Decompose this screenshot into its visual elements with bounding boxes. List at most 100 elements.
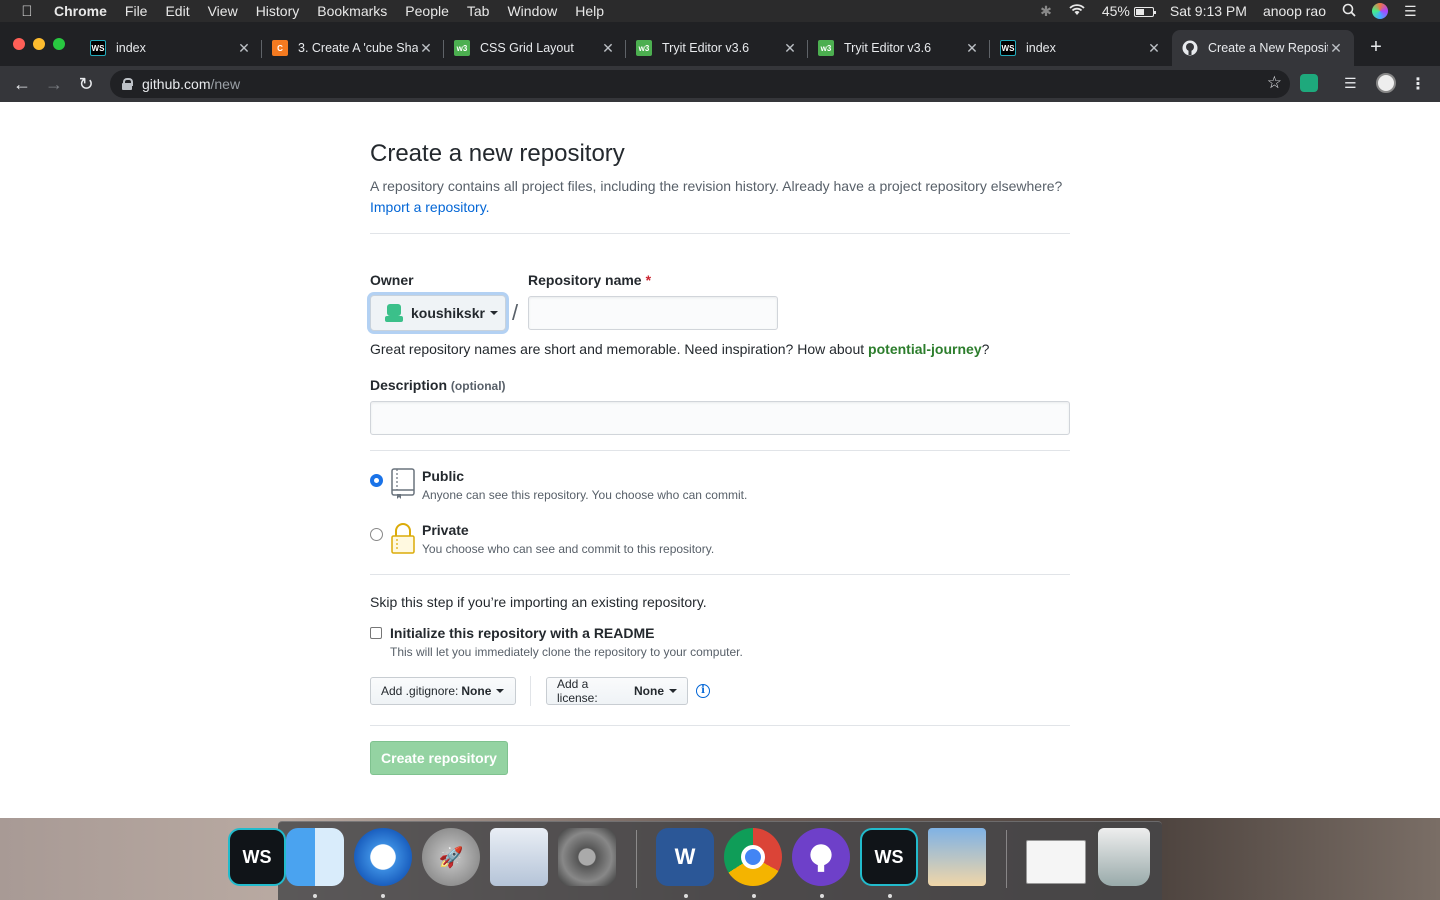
screenshot-thumbnail-icon[interactable]	[1026, 840, 1086, 884]
close-tab-icon[interactable]: ✕	[1328, 40, 1344, 57]
mail-icon[interactable]	[490, 828, 548, 886]
repository-name-label-text: Repository name	[528, 272, 642, 288]
add-license-select[interactable]: Add a license: None	[546, 677, 688, 705]
menu-file[interactable]: File	[116, 0, 157, 22]
chevron-down-icon	[496, 689, 505, 693]
tab-index-1[interactable]: WS index ✕	[80, 30, 262, 66]
media-control-icon[interactable]: ☰	[1344, 75, 1364, 93]
repository-name-input[interactable]	[528, 296, 778, 330]
tab-title: CSS Grid Layout	[480, 41, 574, 55]
lead-text: A repository contains all project files,…	[370, 178, 1063, 194]
owner-label: Owner	[370, 272, 414, 288]
github-desktop-icon[interactable]	[792, 828, 850, 886]
owner-select-button[interactable]: koushikskr	[370, 295, 506, 331]
tab-index-2[interactable]: WS index ✕	[990, 30, 1172, 66]
menu-people[interactable]: People	[396, 0, 458, 22]
system-preferences-icon[interactable]	[558, 828, 616, 886]
create-repository-button[interactable]: Create repository	[370, 741, 508, 775]
address-bar[interactable]: github.com/new ☆	[110, 70, 1290, 98]
chrome-menu-icon[interactable]: ⋮	[1410, 74, 1426, 94]
skip-step-note: Skip this step if you’re importing an ex…	[370, 594, 707, 610]
apple-icon[interactable]: 	[0, 3, 54, 20]
chevron-down-icon	[669, 689, 677, 693]
tab-tryit-editor-1[interactable]: w3 Tryit Editor v3.6 ✕	[626, 30, 808, 66]
close-window-button[interactable]	[13, 38, 25, 50]
user-name[interactable]: anoop rao	[1263, 3, 1326, 19]
initialize-readme-label[interactable]: Initialize this repository with a README	[390, 625, 654, 641]
tab-tryit-editor-2[interactable]: w3 Tryit Editor v3.6 ✕	[808, 30, 990, 66]
preview-icon[interactable]	[928, 828, 986, 886]
import-repository-link[interactable]: Import a repository.	[370, 199, 490, 215]
menu-window[interactable]: Window	[498, 0, 566, 22]
bookmark-star-icon[interactable]: ☆	[1267, 73, 1282, 93]
profile-avatar[interactable]	[1376, 73, 1396, 93]
close-tab-icon[interactable]: ✕	[236, 40, 252, 57]
description-input[interactable]	[370, 401, 1070, 435]
webstorm-dock-icon[interactable]: WS	[228, 828, 286, 886]
webstorm-running-indicator	[888, 894, 892, 898]
back-button[interactable]: ←	[10, 72, 34, 96]
menu-tab[interactable]: Tab	[458, 0, 499, 22]
fullscreen-window-button[interactable]	[53, 38, 65, 50]
name-hint: Great repository names are short and mem…	[370, 341, 989, 357]
name-suggestion-link[interactable]: potential-journey	[868, 341, 982, 357]
close-tab-icon[interactable]: ✕	[1146, 40, 1162, 57]
word-icon[interactable]: W	[656, 828, 714, 886]
clock[interactable]: Sat 9:13 PM	[1170, 3, 1247, 19]
menu-history[interactable]: History	[247, 0, 309, 22]
notification-center-icon[interactable]: ☰	[1404, 3, 1420, 20]
gitignore-label: Add .gitignore:	[381, 684, 459, 698]
menu-edit[interactable]: Edit	[156, 0, 198, 22]
spotlight-search-icon[interactable]	[1342, 3, 1356, 20]
finder-running-indicator	[313, 894, 317, 898]
new-tab-button[interactable]: +	[1366, 36, 1386, 59]
reload-button[interactable]: ↻	[74, 72, 98, 96]
divider	[370, 574, 1070, 575]
menu-view[interactable]: View	[199, 0, 247, 22]
battery-percent: 45%	[1101, 3, 1130, 19]
divider	[370, 450, 1070, 451]
wifi-icon[interactable]	[1068, 3, 1086, 19]
tab-cube-shape[interactable]: C 3. Create A 'cube Shap ✕	[262, 30, 444, 66]
optional-note: (optional)	[450, 379, 506, 393]
close-tab-icon[interactable]: ✕	[418, 40, 434, 57]
menu-help[interactable]: Help	[566, 0, 613, 22]
divider	[370, 233, 1070, 234]
tab-title: index	[1026, 41, 1056, 55]
close-tab-icon[interactable]: ✕	[964, 40, 980, 57]
minimize-window-button[interactable]	[33, 38, 45, 50]
tab-css-grid-layout[interactable]: w3 CSS Grid Layout ✕	[444, 30, 626, 66]
add-gitignore-select[interactable]: Add .gitignore: None	[370, 677, 516, 705]
description-label: Description (optional)	[370, 377, 506, 393]
safari-icon[interactable]	[354, 828, 412, 886]
github-new-repository-page: Create a new repository A repository con…	[0, 102, 1440, 818]
trash-icon[interactable]	[1098, 828, 1150, 886]
initialize-readme-checkbox[interactable]	[370, 627, 382, 639]
close-tab-icon[interactable]: ✕	[782, 40, 798, 57]
tab-create-new-repository[interactable]: Create a New Reposit ✕	[1172, 30, 1354, 66]
menu-bookmarks[interactable]: Bookmarks	[308, 0, 396, 22]
page-title: Create a new repository	[370, 140, 625, 167]
private-radio[interactable]	[370, 528, 383, 541]
repo-icon	[391, 468, 415, 499]
siri-icon[interactable]	[1372, 3, 1388, 19]
initialize-readme-description: This will let you immediately clone the …	[390, 645, 743, 659]
battery-status[interactable]: 45%	[1101, 3, 1156, 19]
launchpad-icon[interactable]: 🚀	[422, 828, 480, 886]
chrome-icon[interactable]	[724, 828, 782, 886]
webstorm-icon[interactable]: WS	[860, 828, 918, 886]
public-title[interactable]: Public	[422, 468, 464, 484]
private-title[interactable]: Private	[422, 522, 469, 538]
info-icon[interactable]: i	[696, 684, 710, 698]
extension-key-icon[interactable]	[1300, 74, 1318, 92]
tab-title: Tryit Editor v3.6	[662, 41, 750, 55]
bluetooth-icon[interactable]: ✱	[1040, 3, 1052, 20]
tab-title: index	[116, 41, 146, 55]
chrome-toolbar: ← → ↻ github.com/new ☆ ☰ ⋮	[0, 66, 1440, 102]
menu-app-chrome[interactable]: Chrome	[54, 0, 116, 22]
lock-icon[interactable]	[122, 78, 133, 90]
finder-icon[interactable]	[286, 828, 344, 886]
close-tab-icon[interactable]: ✕	[600, 40, 616, 57]
public-radio[interactable]	[370, 474, 383, 487]
forward-button[interactable]: →	[42, 72, 66, 96]
